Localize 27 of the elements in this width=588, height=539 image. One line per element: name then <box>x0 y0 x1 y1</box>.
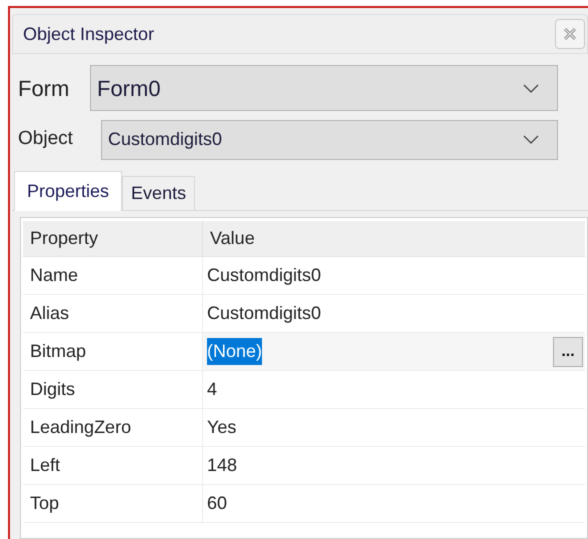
property-value: 4 <box>207 378 218 401</box>
property-name: Alias <box>23 295 203 332</box>
form-dropdown[interactable]: Form0 <box>90 65 558 111</box>
property-name: Name <box>23 257 203 294</box>
column-header: Property <box>23 221 203 256</box>
chevron-down-icon <box>523 84 539 92</box>
property-value: 60 <box>207 492 228 515</box>
chevron-down-icon <box>523 135 539 144</box>
property-name: Left <box>23 447 203 484</box>
close-icon <box>562 26 578 42</box>
property-value: Yes <box>207 416 236 439</box>
property-name: Digits <box>23 371 203 408</box>
object-label: Object <box>17 127 74 152</box>
column-header: Value <box>209 227 256 250</box>
tab[interactable]: Events <box>122 176 196 210</box>
property-value[interactable]: (None) <box>207 338 262 365</box>
close-button[interactable] <box>555 19 585 49</box>
property-name: Top <box>23 485 203 522</box>
form-label: Form <box>17 74 70 102</box>
tab[interactable]: Properties <box>14 171 122 211</box>
property-value: Customdigits0 <box>207 302 322 325</box>
object-dropdown[interactable]: Customdigits0 <box>101 120 558 160</box>
property-value: 148 <box>207 454 238 477</box>
window-title: Object Inspector <box>23 22 154 46</box>
ellipsis-button[interactable]: ... <box>553 336 583 366</box>
property-value: Customdigits0 <box>207 264 322 287</box>
property-name: LeadingZero <box>23 409 203 446</box>
